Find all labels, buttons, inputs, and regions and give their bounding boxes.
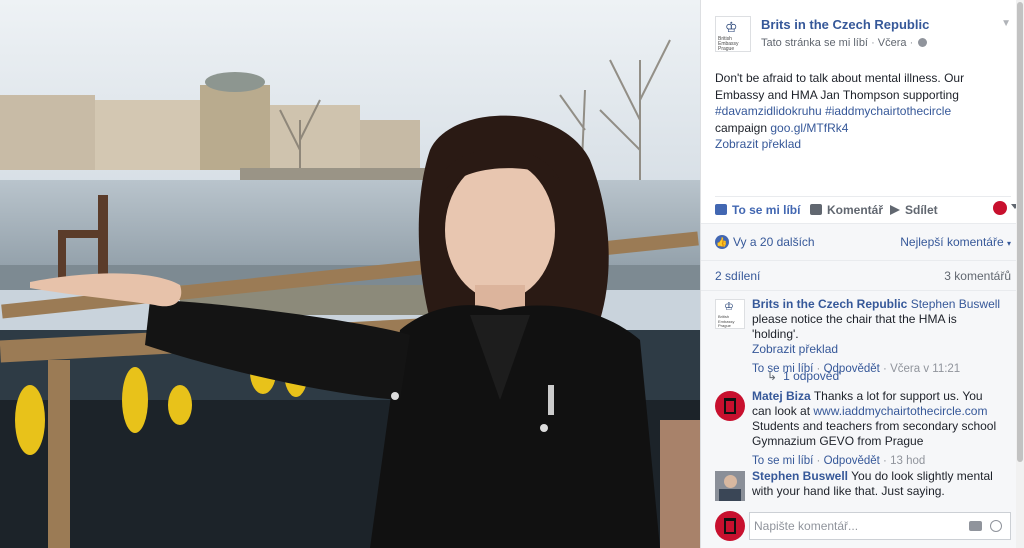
avatar-shirt	[719, 489, 741, 501]
comment-list: ♔ British Embassy Prague Brits in the Cz…	[701, 290, 1017, 508]
comment-time[interactable]: Včera v 11:21	[890, 363, 960, 375]
mention-link[interactable]: Stephen Buswell	[911, 297, 1000, 311]
logo-text: British Embassy Prague	[718, 36, 739, 52]
photo-scene	[0, 0, 700, 548]
short-link[interactable]: goo.gl/MTfRk4	[770, 121, 848, 135]
action-bar: To se mi líbí Komentář Sdílet	[715, 196, 1019, 222]
post-time[interactable]: Včera	[878, 37, 907, 49]
view-replies-link[interactable]: ↳ 1 odpověď	[767, 369, 840, 383]
comment-author[interactable]: Brits in the Czech Republic	[752, 297, 907, 311]
comment-label: Komentář	[827, 203, 884, 217]
shares-link[interactable]: 2 sdílení	[715, 269, 760, 283]
page-name-link[interactable]: Brits in the Czech Republic	[761, 17, 929, 32]
chair-icon	[724, 398, 736, 414]
comment-text: please notice the chair that the HMA is …	[752, 312, 957, 341]
comment-input[interactable]	[754, 516, 954, 536]
meta-separator: ·	[871, 37, 875, 49]
share-button[interactable]: Sdílet	[890, 203, 938, 217]
comment-body: Stephen Buswell You do look slightly men…	[752, 469, 1002, 499]
comment-text-2: Students and teachers from secondary sch…	[752, 419, 997, 448]
comment-author[interactable]: Matej Biza	[752, 389, 811, 403]
shares-summary: 2 sdílení 3 komentářů	[701, 260, 1017, 290]
chevron-down-icon[interactable]: ▼	[1001, 18, 1011, 29]
scrollbar-thumb[interactable]	[1017, 2, 1023, 462]
camera-icon[interactable]	[969, 521, 982, 531]
reply-arrow-icon: ↳	[767, 369, 778, 383]
page-avatar[interactable]: ♔ British Embassy Prague	[715, 16, 751, 52]
post-photo[interactable]	[0, 0, 700, 548]
logo-text: British Embassy Prague	[718, 314, 735, 328]
replies-count: 1 odpověď	[783, 369, 840, 383]
meta-separator-2: ·	[909, 37, 914, 49]
royal-crest-icon: ♔	[724, 301, 734, 313]
post-meta: Tato stránka se mi líbí · Včera ·	[761, 37, 928, 49]
thumbs-up-icon	[715, 204, 727, 215]
post-body-campaign: campaign	[715, 120, 768, 135]
comment-input-box[interactable]	[749, 512, 1011, 540]
like-count-icon: 👍	[715, 235, 729, 249]
comment-time[interactable]: 13 hod	[890, 455, 925, 467]
caret-down-icon: ▾	[1006, 239, 1011, 248]
liked-page-label: Tato stránka se mi líbí	[761, 37, 868, 49]
comment-link[interactable]: www.iaddmychairtothecircle.com	[813, 404, 987, 418]
likes-summary: 👍 Vy a 20 dalších Nejlepší komentáře ▾	[701, 223, 1017, 260]
chair-icon	[724, 518, 736, 534]
my-avatar[interactable]	[715, 511, 745, 541]
commenter-avatar[interactable]	[715, 391, 745, 421]
hashtag-link-2[interactable]: #iaddmychairtothecircle	[825, 104, 951, 118]
commenter-avatar[interactable]	[715, 471, 745, 501]
comment-author[interactable]: Stephen Buswell	[752, 469, 848, 483]
comments-count[interactable]: 3 komentářů	[944, 269, 1011, 283]
comment-body: Matej Biza Thanks a lot for support us. …	[752, 389, 1002, 469]
comment-meta: To se mi líbí · Odpovědět · 13 hod	[752, 455, 926, 467]
share-label: Sdílet	[905, 203, 938, 217]
emoji-icon[interactable]	[990, 520, 1002, 532]
see-translation-link[interactable]: Zobrazit překlad	[715, 136, 985, 153]
scrollbar[interactable]	[1016, 0, 1024, 548]
comment-reply-link[interactable]: Odpovědět	[824, 455, 880, 467]
comment-body: Brits in the Czech Republic Stephen Busw…	[752, 297, 1002, 377]
avatar-head	[724, 475, 737, 488]
sort-comments-dropdown[interactable]: Nejlepší komentáře ▾	[900, 235, 1011, 249]
globe-icon	[918, 38, 928, 47]
commenter-avatar[interactable]: ♔ British Embassy Prague	[715, 299, 745, 329]
likes-count-link[interactable]: Vy a 20 dalších	[733, 235, 815, 249]
sort-label: Nejlepší komentáře	[900, 235, 1004, 249]
see-translation-link[interactable]: Zobrazit překlad	[752, 342, 1002, 357]
post-panel: ♔ British Embassy Prague Brits in the Cz…	[700, 0, 1024, 548]
comment-button[interactable]: Komentář	[810, 203, 883, 217]
like-label: To se mi líbí	[732, 203, 801, 217]
share-icon	[890, 205, 900, 215]
comment-like-link[interactable]: To se mi líbí	[752, 455, 813, 467]
comment-composer	[701, 508, 1017, 548]
post-as-avatar[interactable]	[993, 201, 1007, 215]
royal-crest-icon: ♔	[725, 19, 738, 35]
comment-icon	[810, 204, 822, 215]
post-text: Don't be afraid to talk about mental ill…	[715, 70, 985, 153]
post-body: Don't be afraid to talk about mental ill…	[715, 71, 965, 102]
like-button[interactable]: To se mi líbí	[715, 203, 800, 217]
hashtag-link[interactable]: #davamzidlidokruhu	[715, 104, 822, 118]
post-header: ♔ British Embassy Prague Brits in the Cz…	[715, 16, 1011, 56]
